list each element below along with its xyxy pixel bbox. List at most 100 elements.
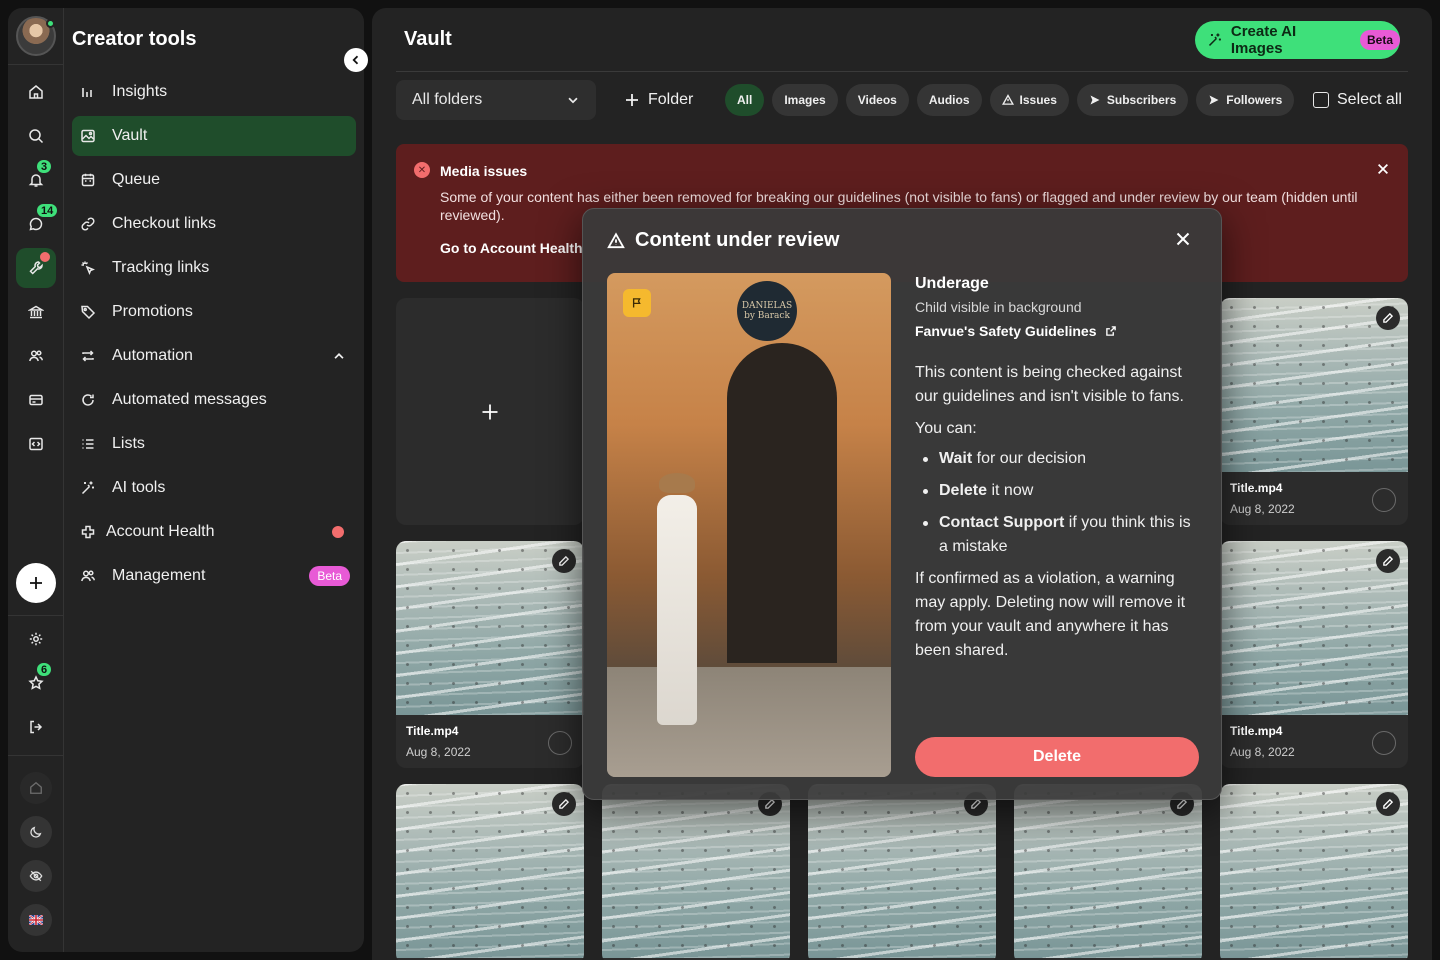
edit-media-button[interactable] [552, 549, 576, 573]
settings-button[interactable] [16, 619, 56, 659]
filter-chip-all[interactable]: All [725, 84, 765, 116]
plus-icon [482, 404, 498, 419]
beta-badge: Beta [309, 566, 350, 586]
media-thumbnail [602, 784, 790, 958]
nav-item-label: Lists [112, 435, 145, 452]
chevron-up-icon[interactable] [332, 336, 346, 376]
home-button[interactable] [16, 72, 56, 112]
messages-button[interactable]: 14 [16, 202, 60, 244]
safety-guidelines-label: Fanvue's Safety Guidelines [915, 323, 1097, 339]
nav-item-promotions[interactable]: Promotions [72, 292, 356, 332]
select-media-radio[interactable] [1372, 488, 1396, 512]
media-card-footer: Title.mp4 Aug 8, 2022 [1220, 715, 1408, 768]
media-thumbnail [808, 784, 996, 958]
media-card[interactable]: Title.mp4 Aug 8, 2022 [1220, 541, 1408, 768]
edit-media-button[interactable] [552, 792, 576, 816]
bank-button[interactable] [16, 292, 56, 332]
media-thumbnail [1220, 784, 1408, 958]
creator-tools-button[interactable] [16, 248, 56, 288]
edit-media-button[interactable] [1376, 549, 1400, 573]
link-icon [80, 216, 96, 232]
page-title: Vault [404, 28, 452, 50]
create-post-button[interactable] [16, 563, 56, 603]
avatar[interactable] [16, 16, 56, 56]
nav-item-vault[interactable]: Vault [72, 116, 356, 156]
media-card[interactable] [808, 784, 996, 960]
search-button[interactable] [16, 116, 56, 156]
beta-badge: Beta [1359, 30, 1400, 50]
media-card[interactable] [396, 784, 584, 960]
favorites-button[interactable]: 6 [16, 661, 56, 703]
media-card[interactable] [1014, 784, 1202, 960]
tag-icon [80, 304, 96, 320]
pencil-icon [1383, 798, 1394, 809]
media-thumbnail [1220, 298, 1408, 472]
media-card[interactable]: Title.mp4 Aug 8, 2022 [396, 541, 584, 768]
audience-button[interactable] [16, 336, 56, 376]
media-card-footer: Title.mp4 Aug 8, 2022 [396, 715, 584, 768]
select-media-radio[interactable] [548, 731, 572, 755]
nav-item-management[interactable]: Management Beta [72, 556, 356, 596]
account-health-link[interactable]: Go to Account Health [440, 240, 583, 256]
media-card[interactable]: Title.mp4 Aug 8, 2022 [1220, 298, 1408, 525]
bank-icon [28, 305, 44, 319]
close-icon [1378, 164, 1388, 174]
rail-divider [8, 64, 64, 65]
embed-button[interactable] [16, 424, 56, 464]
collapse-sidebar-button[interactable] [344, 48, 368, 72]
payments-button[interactable] [16, 380, 56, 420]
delete-button[interactable]: Delete [915, 737, 1199, 777]
logout-button[interactable] [16, 707, 56, 747]
nav-item-label: Management [112, 567, 206, 584]
filter-chip-images[interactable]: Images [772, 84, 838, 116]
bar-chart-icon [80, 84, 96, 100]
language-button[interactable] [20, 904, 52, 936]
filter-chip-audios[interactable]: Audios [916, 84, 982, 116]
nav-item-automation[interactable]: Automation [72, 336, 356, 376]
nav-item-insights[interactable]: Insights [72, 72, 356, 112]
dark-mode-button[interactable] [20, 816, 52, 848]
filter-chip-videos[interactable]: Videos [845, 84, 909, 116]
media-card-footer: Title.mp4 Aug 8, 2022 [1220, 472, 1408, 525]
media-card[interactable] [1220, 784, 1408, 960]
folder-select-value: All folders [412, 91, 483, 108]
media-card[interactable] [602, 784, 790, 960]
header-divider [396, 71, 1408, 72]
home-mode-button[interactable] [20, 772, 52, 804]
nav-item-checkout-links[interactable]: Checkout links [72, 204, 356, 244]
notifications-button[interactable]: 3 [16, 158, 56, 200]
edit-media-button[interactable] [1376, 792, 1400, 816]
creator-tools-alert-dot [40, 252, 50, 262]
close-alert-button[interactable] [1376, 162, 1390, 176]
add-folder-button[interactable]: Folder [624, 80, 693, 120]
nav-item-tracking-links[interactable]: Tracking links [72, 248, 356, 288]
select-all-checkbox[interactable] [1313, 92, 1329, 108]
upload-media-card[interactable] [396, 298, 584, 525]
select-media-radio[interactable] [1372, 731, 1396, 755]
filter-chips: All Images Videos Audios Issues Subscrib… [725, 84, 1295, 116]
create-ai-images-button[interactable]: Create AI Images Beta [1195, 21, 1400, 59]
close-modal-button[interactable] [1175, 231, 1191, 247]
chevron-left-icon [352, 55, 359, 65]
select-all-toggle[interactable]: Select all [1313, 84, 1402, 116]
media-thumbnail [396, 784, 584, 958]
filter-chip-subscribers[interactable]: Subscribers [1076, 84, 1189, 116]
nav-item-lists[interactable]: Lists [72, 424, 356, 464]
edit-media-button[interactable] [1376, 306, 1400, 330]
filter-chip-issues[interactable]: Issues [989, 84, 1069, 116]
filter-chip-followers[interactable]: Followers [1196, 84, 1295, 116]
nav-item-ai-tools[interactable]: AI tools [72, 468, 356, 508]
nav-item-account-health[interactable]: Account Health [72, 512, 356, 552]
pencil-icon [1383, 555, 1394, 566]
flagged-media-preview: DANIELAS by Barack [607, 273, 891, 777]
safety-guidelines-link[interactable]: Fanvue's Safety Guidelines [915, 323, 1201, 339]
hide-content-button[interactable] [20, 860, 52, 892]
nav-item-queue[interactable]: Queue [72, 160, 356, 200]
nav-item-automated-messages[interactable]: Automated messages [72, 380, 356, 420]
chip-label: Followers [1226, 93, 1283, 107]
chip-label: Audios [928, 93, 970, 107]
contact-support-link[interactable]: Contact Support [939, 514, 1064, 531]
search-icon [29, 129, 44, 144]
folder-select[interactable]: All folders [396, 80, 596, 120]
nav-item-label: Tracking links [112, 259, 210, 276]
